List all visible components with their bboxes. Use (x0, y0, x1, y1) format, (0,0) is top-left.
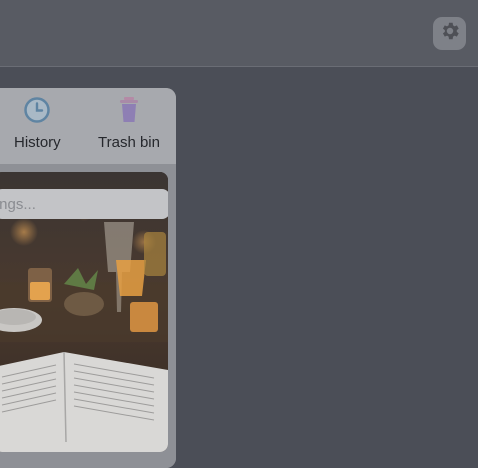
top-bar (0, 0, 478, 67)
tab-trash-bin-label: Trash bin (98, 134, 160, 151)
tab-history[interactable]: History (14, 96, 61, 151)
gear-icon (439, 20, 461, 47)
panel-tabs: History Trash bin (0, 88, 176, 164)
search-placeholder: okings... (0, 195, 36, 213)
tab-history-label: History (14, 134, 61, 151)
search-input[interactable]: okings... (0, 189, 168, 219)
trash-bin-icon (115, 96, 143, 129)
bookings-panel: History Trash bin ngs... (0, 88, 176, 468)
tab-trash-bin[interactable]: Trash bin (98, 96, 160, 151)
clock-icon (23, 96, 51, 129)
cover-image: okings... (0, 172, 168, 452)
settings-button[interactable] (433, 17, 466, 50)
panel-content: okings... (0, 164, 176, 468)
